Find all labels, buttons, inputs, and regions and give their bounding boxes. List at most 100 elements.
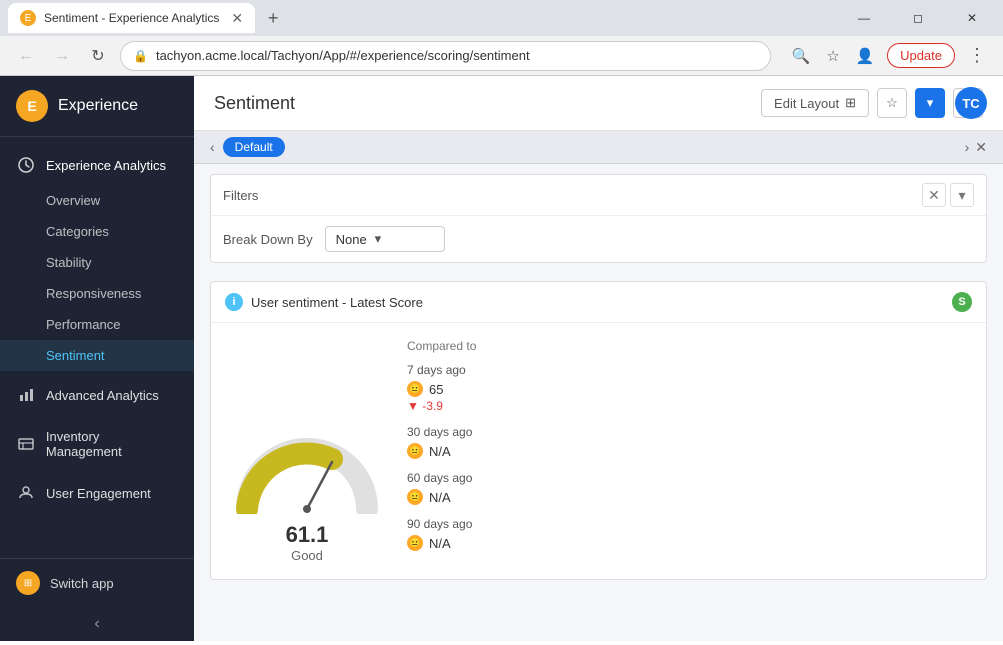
value-60days: N/A — [429, 490, 451, 505]
app-title: Experience — [58, 97, 138, 115]
filters-header: Filters ✕ ▾ — [211, 175, 986, 216]
grid-icon: ⊞ — [845, 95, 856, 111]
sidebar-sub-performance[interactable]: Performance — [0, 309, 194, 340]
star-button[interactable]: ☆ — [877, 88, 907, 118]
filters-body: Break Down By None ▾ — [211, 216, 986, 262]
sidebar-item-experience-analytics[interactable]: Experience Analytics — [0, 145, 194, 185]
comparison-title: Compared to — [407, 339, 970, 353]
filters-panel: Filters ✕ ▾ Break Down By None ▾ — [210, 174, 987, 263]
comparison-item-7days: 7 days ago 😐 65 ▼ -3.9 — [407, 363, 970, 413]
value-30days: N/A — [429, 444, 451, 459]
profile-icon-btn[interactable]: 👤 — [851, 42, 879, 70]
gauge-container: 61.1 Good — [227, 339, 387, 563]
sentiment-score-card: i User sentiment - Latest Score S — [210, 281, 987, 580]
sidebar-sub-stability[interactable]: Stability — [0, 247, 194, 278]
address-bar[interactable]: 🔒 tachyon.acme.local/Tachyon/App/#/exper… — [120, 41, 771, 71]
comparison-value-30days: 😐 N/A — [407, 443, 970, 459]
sidebar-sub-responsiveness[interactable]: Responsiveness — [0, 278, 194, 309]
edit-layout-label: Edit Layout — [774, 96, 839, 111]
user-avatar: TC — [955, 87, 987, 119]
sidebar-item-label: Inventory Management — [46, 429, 178, 459]
browser-menu-button[interactable]: ⋮ — [963, 42, 991, 70]
sidebar-item-label: Advanced Analytics — [46, 388, 159, 403]
sidebar-nav: Experience Analytics Overview Categories… — [0, 137, 194, 513]
sidebar-item-advanced-analytics[interactable]: Advanced Analytics — [0, 375, 194, 415]
dropdown-icon: ▾ — [927, 95, 934, 111]
menu-icon: ▾ — [958, 187, 965, 204]
back-button[interactable]: ← — [12, 42, 40, 70]
breakdown-label: Break Down By — [223, 232, 313, 247]
gauge-label: Good — [286, 548, 329, 563]
close-window-button[interactable]: ✕ — [949, 3, 995, 33]
gauge-number: 61.1 — [286, 522, 329, 548]
smiley-icon-60days: 😐 — [407, 489, 423, 505]
tab-next-arrow[interactable]: › — [965, 139, 970, 156]
gauge-value: 61.1 Good — [286, 522, 329, 563]
sidebar-sub-overview[interactable]: Overview — [0, 185, 194, 216]
comparison-area: Compared to 7 days ago 😐 65 ▼ -3.9 — [407, 339, 970, 563]
new-tab-button[interactable]: + — [259, 4, 287, 32]
filters-title: Filters — [223, 188, 258, 203]
tab-close-btn[interactable]: ✕ — [975, 139, 987, 156]
filters-close-button[interactable]: ✕ — [922, 183, 946, 207]
card-header: i User sentiment - Latest Score S — [211, 282, 986, 323]
sidebar-sub-sentiment[interactable]: Sentiment — [0, 340, 194, 371]
smiley-icon-30days: 😐 — [407, 443, 423, 459]
comparison-value-7days: 😐 65 — [407, 381, 970, 397]
sidebar-section-experience: Experience Analytics Overview Categories… — [0, 145, 194, 371]
tab-arrow-left[interactable]: ‹ — [210, 139, 215, 155]
browser-tab[interactable]: E Sentiment - Experience Analytics ✕ — [8, 3, 255, 33]
sidebar-item-inventory-management[interactable]: Inventory Management — [0, 419, 194, 469]
main-content: Sentiment Edit Layout ⊞ ☆ ▾ ⤢ TC — [194, 76, 1003, 641]
comparison-period-30days: 30 days ago — [407, 425, 970, 439]
dropdown-button[interactable]: ▾ — [915, 88, 945, 118]
delta-7days: ▼ -3.9 — [407, 399, 970, 413]
tab-title: Sentiment - Experience Analytics — [44, 11, 219, 25]
tab-favicon: E — [20, 10, 36, 26]
advanced-analytics-icon — [16, 385, 36, 405]
smiley-icon-90days: 😐 — [407, 535, 423, 551]
filters-menu-button[interactable]: ▾ — [950, 183, 974, 207]
maximize-button[interactable]: ◻ — [895, 3, 941, 33]
sidebar-collapse-button[interactable]: ‹ — [0, 607, 194, 641]
sidebar-item-label: Experience Analytics — [46, 158, 166, 173]
switch-app-icon: ⊞ — [16, 571, 40, 595]
comparison-value-60days: 😐 N/A — [407, 489, 970, 505]
main-header: Sentiment Edit Layout ⊞ ☆ ▾ ⤢ TC — [194, 76, 1003, 131]
lock-icon: 🔒 — [133, 49, 148, 63]
sidebar-item-user-engagement[interactable]: User Engagement — [0, 473, 194, 513]
breakdown-arrow-icon: ▾ — [375, 231, 382, 247]
update-button[interactable]: Update — [887, 43, 955, 68]
minimize-button[interactable]: — — [841, 3, 887, 33]
value-90days: N/A — [429, 536, 451, 551]
switch-app-button[interactable]: ⊞ Switch app — [0, 558, 194, 607]
comparison-item-30days: 30 days ago 😐 N/A — [407, 425, 970, 459]
value-7days: 65 — [429, 382, 443, 397]
edit-layout-button[interactable]: Edit Layout ⊞ — [761, 89, 869, 117]
comparison-period-7days: 7 days ago — [407, 363, 970, 377]
search-icon-btn[interactable]: 🔍 — [787, 42, 815, 70]
experience-analytics-icon — [16, 155, 36, 175]
breakdown-value: None — [336, 232, 367, 247]
sidebar-header: E Experience — [0, 76, 194, 137]
filters-actions: ✕ ▾ — [922, 183, 974, 207]
inventory-icon — [16, 434, 36, 454]
page-title: Sentiment — [214, 93, 295, 114]
gauge-chart — [232, 434, 382, 514]
sidebar: E Experience Experience Analytics Ove — [0, 76, 194, 641]
comparison-item-90days: 90 days ago 😐 N/A — [407, 517, 970, 551]
info-icon: i — [225, 293, 243, 311]
refresh-button[interactable]: ↻ — [84, 42, 112, 70]
breakdown-select[interactable]: None ▾ — [325, 226, 445, 252]
forward-button[interactable]: → — [48, 42, 76, 70]
switch-app-label: Switch app — [50, 576, 114, 591]
bookmark-icon-btn[interactable]: ☆ — [819, 42, 847, 70]
url-text: tachyon.acme.local/Tachyon/App/#/experie… — [156, 48, 758, 63]
comparison-item-60days: 60 days ago 😐 N/A — [407, 471, 970, 505]
default-tab[interactable]: Default — [223, 137, 285, 157]
card-title: User sentiment - Latest Score — [251, 295, 423, 310]
sidebar-sub-categories[interactable]: Categories — [0, 216, 194, 247]
tab-close-btn[interactable]: ✕ — [231, 10, 243, 27]
app-logo: E — [16, 90, 48, 122]
tabs-right-actions: › ✕ — [965, 139, 987, 156]
